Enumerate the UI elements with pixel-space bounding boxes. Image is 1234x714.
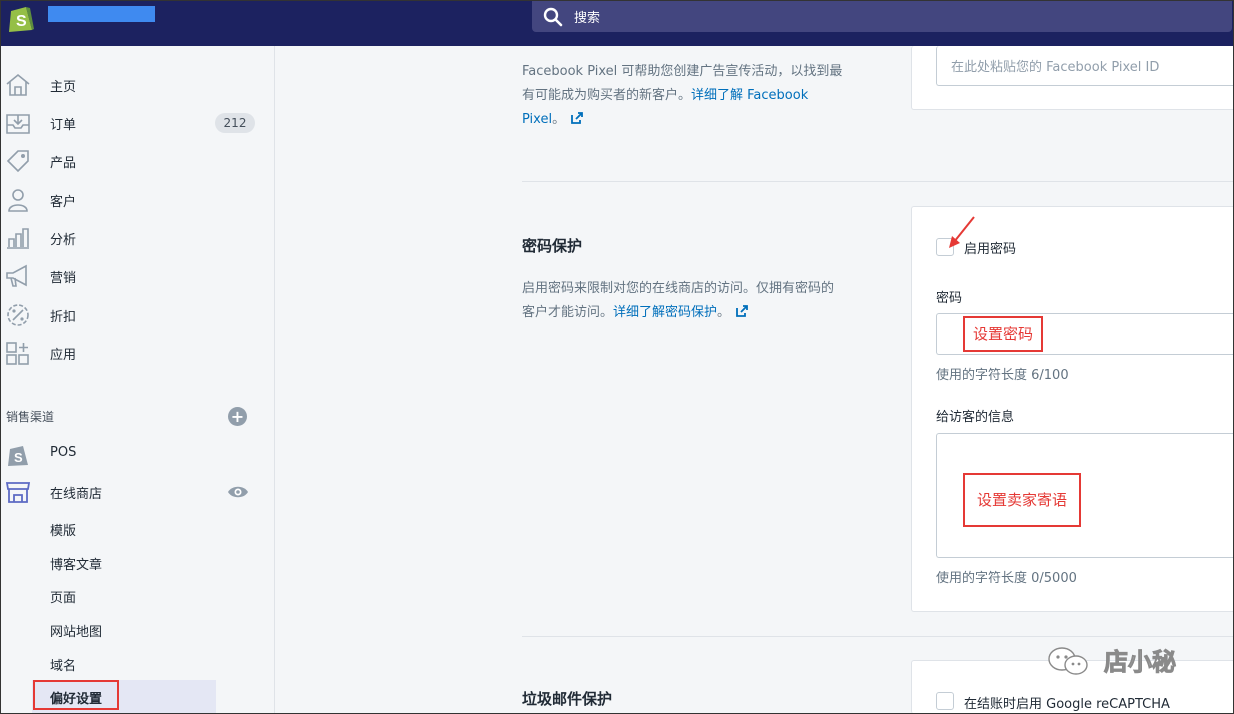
facebook-pixel-placeholder: 在此处粘贴您的 Facebook Pixel ID	[951, 60, 1160, 75]
apps-icon	[6, 342, 29, 365]
sidebar-item-discounts[interactable]: 折扣	[0, 298, 274, 332]
orders-icon	[6, 114, 30, 134]
sidebar-item-analytics[interactable]: 分析	[0, 221, 274, 255]
facebook-desc-end: 。	[552, 112, 566, 127]
password-field-label: 密码	[936, 291, 963, 306]
sidebar-subitem-domains[interactable]: 域名	[50, 655, 76, 674]
facebook-learn-more-link-cont[interactable]: Pixel	[522, 112, 552, 127]
sidebar-subitem-pages[interactable]: 页面	[50, 587, 76, 606]
external-link-icon[interactable]	[571, 112, 583, 124]
sidebar-item-label: 折扣	[50, 310, 77, 325]
shopify-bag-icon: S	[8, 446, 28, 466]
sidebar-item-marketing[interactable]: 营销	[0, 259, 274, 293]
megaphone-icon	[6, 264, 27, 287]
search-icon	[543, 7, 563, 27]
sidebar-item-label: 主页	[50, 80, 77, 95]
sidebar-subitem-navigation[interactable]: 网站地图	[50, 621, 102, 640]
sidebar-item-label: 在线商店	[50, 487, 103, 502]
sidebar-item-label: 营销	[50, 271, 77, 286]
section-divider	[522, 181, 1234, 182]
sales-channels-title: 销售渠道	[6, 410, 55, 424]
password-desc-end: 。	[717, 305, 731, 320]
sidebar-item-products[interactable]: 产品	[0, 144, 274, 178]
external-link-icon[interactable]	[736, 305, 748, 317]
password-desc-line1: 启用密码来限制对您的在线商店的访问。仅拥有密码的	[522, 281, 835, 296]
search-input[interactable]: 搜索	[574, 7, 600, 26]
search-bar[interactable]: 搜索	[532, 0, 1232, 32]
sidebar-subitem-themes[interactable]: 模版	[50, 520, 76, 539]
message-annotation: 设置卖家寄语	[963, 473, 1081, 527]
add-channel-button[interactable]: +	[228, 407, 247, 426]
sidebar-item-label: 分析	[50, 233, 77, 248]
visitor-message-label: 给访客的信息	[936, 410, 1015, 425]
orders-count-badge: 212	[215, 113, 255, 133]
discount-icon	[7, 304, 29, 326]
home-icon	[6, 73, 30, 96]
password-annotation: 设置密码	[963, 316, 1043, 352]
annotation-arrow	[949, 216, 975, 248]
top-bar: S 搜索	[0, 0, 1234, 46]
sidebar: 主页 订单 212 产品 客户 分析 营销 折扣 应用 销售渠道 + S POS…	[0, 46, 275, 714]
tag-icon	[6, 150, 29, 173]
sidebar-item-pos[interactable]: S POS	[0, 437, 274, 471]
store-name-redacted[interactable]	[48, 6, 155, 22]
sidebar-subitem-preferences-label: 偏好设置	[50, 692, 103, 707]
facebook-pixel-description: Facebook Pixel 可帮助您创建广告宣传活动，以找到最 有可能成为购买…	[522, 60, 872, 132]
sidebar-item-label: POS	[50, 445, 77, 460]
sidebar-item-online-store[interactable]: 在线商店	[0, 475, 274, 509]
facebook-desc-line1: Facebook Pixel 可帮助您创建广告宣传活动，以找到最	[522, 64, 843, 79]
sidebar-item-label: 客户	[50, 195, 77, 210]
sidebar-item-customers[interactable]: 客户	[0, 183, 274, 217]
password-char-count: 使用的字符长度 6/100	[936, 368, 1069, 383]
sidebar-item-apps[interactable]: 应用	[0, 336, 274, 370]
sidebar-item-label: 应用	[50, 348, 77, 363]
svg-text:S: S	[16, 13, 27, 30]
sidebar-item-label: 订单	[50, 118, 77, 133]
svg-text:S: S	[14, 450, 23, 465]
sidebar-item-label: 产品	[50, 156, 77, 171]
facebook-learn-more-link[interactable]: 详细了解 Facebook	[691, 88, 808, 103]
facebook-pixel-input[interactable]: 在此处粘贴您的 Facebook Pixel ID	[936, 46, 1234, 86]
storefront-icon	[5, 482, 31, 503]
person-icon	[8, 189, 28, 212]
password-description: 启用密码来限制对您的在线商店的访问。仅拥有密码的 客户才能访问。详细了解密码保护…	[522, 277, 872, 325]
password-desc-line2: 客户才能访问。	[522, 305, 614, 320]
spam-protection-heading: 垃圾邮件保护	[522, 690, 613, 708]
sidebar-item-orders[interactable]: 订单 212	[0, 106, 274, 140]
shopify-logo-icon[interactable]: S	[6, 2, 36, 34]
recaptcha-label[interactable]: 在结账时启用 Google reCAPTCHA	[964, 693, 1170, 712]
wechat-logo-icon	[1048, 647, 1088, 675]
watermark-text: 店小秘	[1104, 648, 1177, 677]
password-protection-heading: 密码保护	[522, 237, 583, 255]
recaptcha-checkbox[interactable]	[936, 692, 954, 710]
facebook-desc-line2: 有可能成为购买者的新客户。	[522, 88, 692, 103]
password-learn-more-link[interactable]: 详细了解密码保护	[613, 305, 717, 320]
message-char-count: 使用的字符长度 0/5000	[936, 571, 1077, 586]
eye-icon[interactable]	[227, 484, 249, 500]
sidebar-subitem-blog-posts[interactable]: 博客文章	[50, 554, 102, 573]
section-divider	[522, 636, 1234, 637]
bar-chart-icon	[7, 228, 29, 249]
sidebar-item-home[interactable]: 主页	[0, 68, 274, 102]
